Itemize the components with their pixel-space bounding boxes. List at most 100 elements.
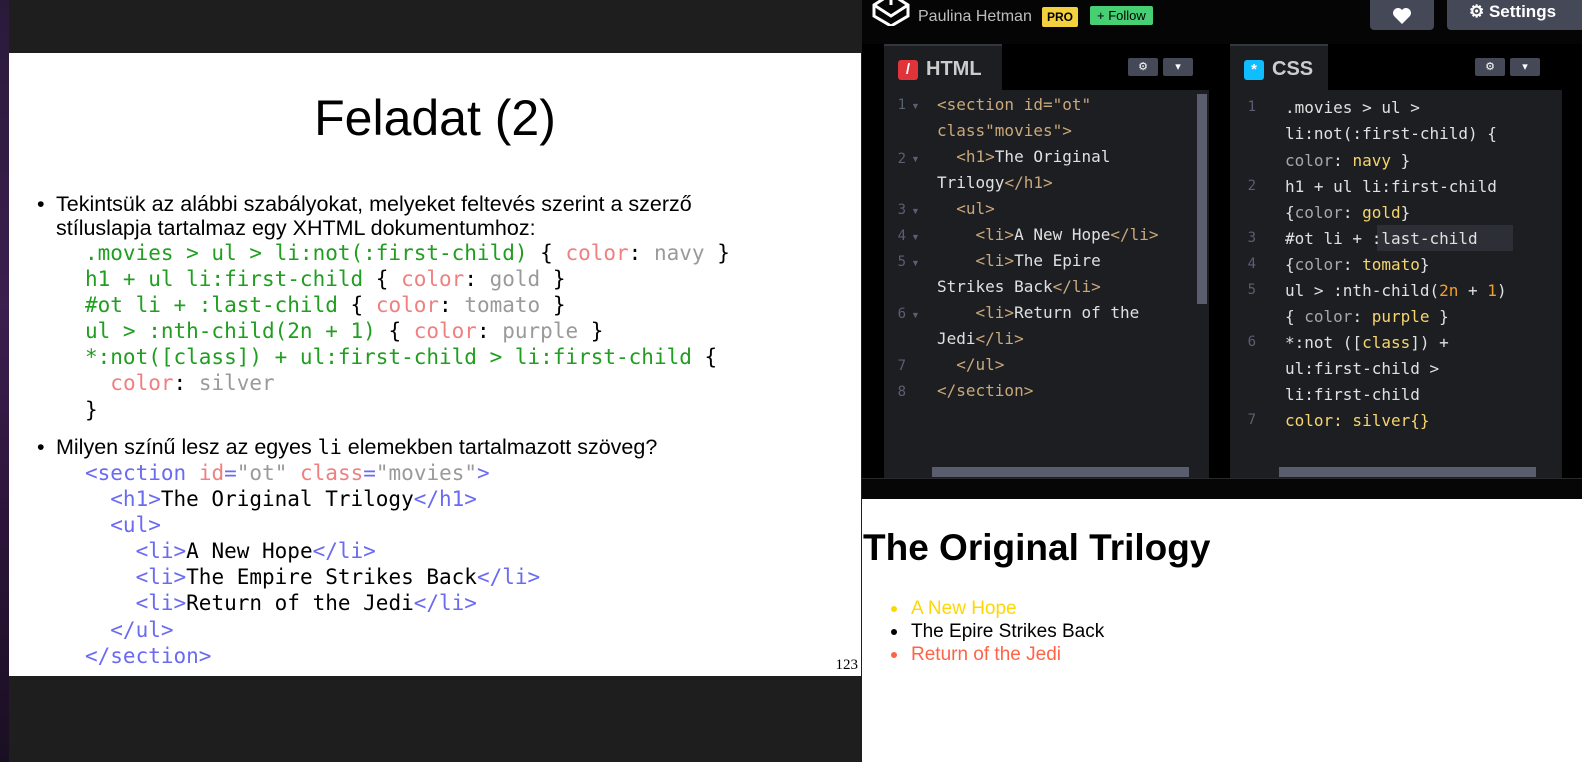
love-button[interactable]: [1370, 0, 1434, 30]
preview-heading: The Original Trilogy: [863, 527, 1211, 568]
code-line: <h1>The Original: [937, 147, 1111, 166]
pen-header: Paulina Hetman PRO + Follow ⚙ Settings: [862, 0, 1582, 44]
vertical-scrollbar[interactable]: [1197, 94, 1207, 304]
codepen-logo-icon[interactable]: [872, 0, 910, 26]
tab-html[interactable]: / HTML: [884, 44, 1002, 90]
follow-button[interactable]: + Follow: [1090, 6, 1153, 25]
list-bullet: [891, 652, 897, 658]
markup-li-text: Return of the Jedi: [186, 591, 414, 616]
tab-css[interactable]: * CSS: [1230, 44, 1328, 90]
html-code-area[interactable]: 1 2 3 4 5 6 7 8 ▼ ▼ ▼ ▼ ▼ ▼ <section id=…: [884, 90, 1209, 478]
markup-h1-text: The Original Trilogy: [160, 487, 414, 512]
attr-id: id: [198, 461, 225, 485]
attr-class: class: [300, 461, 364, 485]
css-number: 1: [1487, 281, 1497, 300]
markup-li-text: The Empire Strikes Back: [186, 565, 477, 590]
desktop-background-strip: [0, 0, 9, 762]
css-val: navy: [1352, 151, 1391, 170]
code-text: Return of the: [1014, 303, 1140, 322]
fold-arrow-icon[interactable]: ▼: [911, 232, 920, 242]
code-text: Strikes Back: [937, 277, 1053, 296]
code-line: </section>: [937, 381, 1034, 400]
settings-button[interactable]: ⚙ Settings: [1447, 0, 1582, 30]
fold-arrow-icon[interactable]: ▼: [911, 206, 920, 216]
bullet-question-text: Milyen színű lesz az egyes li elemekben …: [56, 435, 657, 459]
css-selector: ]) +: [1410, 333, 1449, 352]
rule-val: silver: [198, 371, 275, 396]
code-line: li:not(:first-child) {: [1285, 124, 1497, 143]
bullet-dot: •: [37, 435, 45, 459]
result-preview: The Original Trilogy A New Hope The Epir…: [862, 499, 1582, 762]
list-item: A New Hope: [911, 598, 1017, 619]
markup-li-text: A New Hope: [186, 539, 313, 564]
css-attr: class: [1362, 333, 1411, 352]
list-item: Return of the Jedi: [911, 644, 1061, 665]
code-line: li:first-child: [1285, 385, 1420, 404]
html-editor-tabbar: / HTML ⚙ ▾: [884, 44, 1209, 90]
code-line: { color: purple }: [1285, 307, 1449, 326]
tab-css-label: CSS: [1272, 58, 1314, 80]
css-code-area[interactable]: 1 2 3 4 5 6 7 .movies > ul > li:not(:fir…: [1230, 90, 1562, 478]
css-prop: color: [1304, 307, 1353, 326]
bullet-intro-line1: Tekintsük az alábbi szabályokat, melyeke…: [56, 192, 692, 216]
code-text: Trilogy: [937, 173, 1005, 192]
slide-title: Feladat (2): [314, 90, 556, 146]
css-number: 2n: [1439, 281, 1459, 300]
line-number: 5: [1247, 282, 1256, 298]
rule-prop: color: [375, 293, 440, 318]
code-line: color: navy }: [1285, 151, 1411, 170]
css-asterisk-icon: *: [1244, 60, 1264, 80]
html-chevron-down-button[interactable]: ▾: [1163, 58, 1193, 76]
fold-arrow-icon[interactable]: ▼: [911, 154, 920, 164]
html-markup-block: <section id="ot" class="movies"> <h1>The…: [85, 461, 541, 668]
attr-id-value: "ot": [236, 461, 288, 485]
code-line: <section id="ot": [937, 95, 1092, 114]
css-chevron-down-button[interactable]: ▾: [1510, 58, 1540, 76]
code-text: The Epire: [1014, 251, 1101, 270]
code-text: The Original: [994, 147, 1111, 166]
css-val: purple: [1371, 307, 1430, 326]
css-val: gold: [1362, 203, 1401, 222]
code-line: ul > :nth-child(2n + 1): [1285, 281, 1507, 300]
css-rules-block: .movies > ul > li:not(:first-child) { co…: [85, 241, 730, 422]
html-settings-gear-button[interactable]: ⚙: [1128, 58, 1158, 76]
line-number: 1: [1247, 99, 1256, 115]
rule-val: gold: [489, 267, 541, 292]
css-editor: * CSS ⚙ ▾ 1 2 3 4 5 6 7 .movies > ul > l…: [1230, 44, 1562, 478]
gear-icon: ⚙: [1138, 61, 1148, 73]
horizontal-scrollbar[interactable]: [932, 467, 1189, 477]
author-name-link[interactable]: Paulina Hetman: [918, 8, 1032, 26]
css-selector: ul > :nth-child(: [1285, 281, 1440, 300]
horizontal-scrollbar[interactable]: [1279, 467, 1536, 477]
rule-selector: ul > :nth-child(2n + 1): [85, 319, 376, 344]
css-selector: *:not ([: [1285, 333, 1363, 352]
line-number: 3: [897, 202, 906, 218]
code-text: Jedi: [937, 329, 976, 348]
code-line: class"movies">: [937, 121, 1072, 140]
fold-arrow-icon[interactable]: ▼: [911, 310, 920, 320]
code-line: Trilogy</h1>: [937, 173, 1053, 192]
code-line: <li>Return of the: [937, 303, 1140, 322]
slide-page-number: 123: [835, 657, 859, 673]
line-number: 7: [1247, 412, 1256, 428]
question-text-before: Milyen színű lesz az egyes: [56, 435, 318, 459]
fold-arrow-icon[interactable]: ▼: [911, 101, 920, 111]
code-line: {color: gold}: [1285, 203, 1411, 222]
css-val: tomato: [1362, 255, 1420, 274]
code-line: <ul>: [937, 199, 995, 218]
rule-selector: *:not([class]) + ul:first-child > li:fir…: [85, 345, 692, 370]
fold-arrow-icon[interactable]: ▼: [911, 258, 920, 268]
line-number: 4: [1247, 256, 1256, 272]
code-line: *:not ([class]) +: [1285, 330, 1449, 356]
bullet-intro-line2: stíluslapja tartalmaz egy XHTML dokument…: [56, 216, 536, 240]
css-settings-gear-button[interactable]: ⚙: [1475, 58, 1505, 76]
code-line: <li>The Epire: [937, 251, 1101, 270]
resize-divider[interactable]: [862, 478, 1582, 499]
code-line: {color: tomato}: [1285, 255, 1430, 274]
code-line: h1 + ul li:first-child: [1285, 177, 1497, 196]
rule-prop: color: [401, 267, 465, 292]
line-number: 2: [897, 151, 906, 167]
line-number: 2: [1247, 178, 1256, 194]
rule-prop: color: [413, 319, 477, 344]
css-editor-tabbar: * CSS ⚙ ▾: [1230, 44, 1562, 90]
